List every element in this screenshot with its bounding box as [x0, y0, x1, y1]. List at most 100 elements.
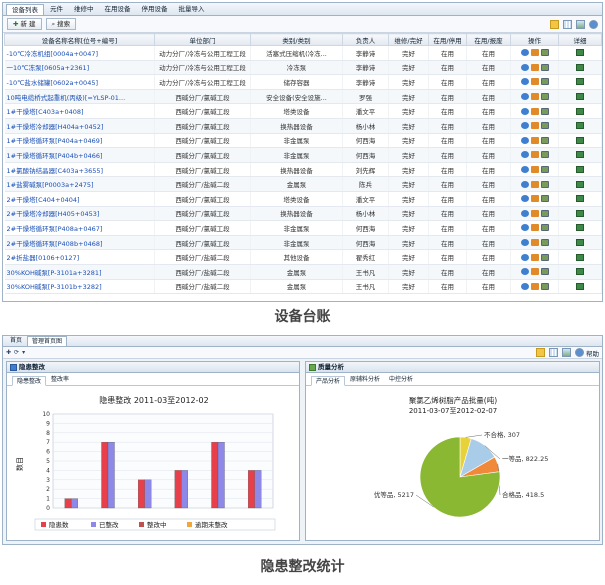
- repair-icon[interactable]: [530, 195, 539, 203]
- cell-name[interactable]: 10吨电缆桥式起重机(丙级)[=YLSP-01...: [4, 89, 155, 105]
- col-header-scrap[interactable]: 在用/报废: [466, 33, 511, 46]
- edit-icon[interactable]: [520, 63, 529, 71]
- repair-icon[interactable]: [530, 78, 539, 86]
- table-row[interactable]: 1#盐雾碱泵[P0003a+2475] 西碱分厂/盐碱二段 金属泵 陈兵 完好 在用 在用: [4, 176, 602, 192]
- repair-icon[interactable]: [530, 253, 539, 261]
- table-row[interactable]: 一10℃冻泵[0605a+2361] 动力分厂/冷冻与公用工程工段 冷冻泵 李静诗 完好…: [4, 60, 602, 76]
- repair-icon[interactable]: [530, 63, 539, 71]
- detail-icon[interactable]: [576, 195, 584, 203]
- col-header-category[interactable]: 类别/类别: [250, 33, 343, 46]
- cell-name[interactable]: 2#干燥塔[C404+0404]: [4, 191, 155, 207]
- repair-icon[interactable]: [530, 282, 539, 290]
- tab-product-analysis[interactable]: 产品分析: [311, 376, 346, 386]
- delete-icon[interactable]: [540, 49, 549, 57]
- table-row[interactable]: 30%KOH碱泵[P-3101b+3282] 西碱分厂/盐碱二段 金属泵 王书凡 完好在…: [4, 279, 602, 295]
- col-header-dept[interactable]: 单位部门: [154, 33, 251, 46]
- detail-icon[interactable]: [576, 63, 584, 71]
- delete-icon[interactable]: [540, 78, 549, 86]
- grid-icon[interactable]: [549, 348, 558, 357]
- delete-icon[interactable]: [540, 63, 549, 71]
- table-row[interactable]: 2#干燥塔循环泵[P408b+0468] 西碱分厂/氯碱工段 非金属泵 何西海 完好 在用…: [4, 235, 602, 251]
- tab-batch-import[interactable]: 批量导入: [174, 4, 210, 15]
- refresh-icon[interactable]: ⟳: [14, 349, 19, 356]
- delete-icon[interactable]: [540, 180, 549, 188]
- help-label[interactable]: 帮助: [586, 348, 599, 358]
- edit-icon[interactable]: [520, 224, 529, 232]
- cell-name[interactable]: 1#干燥塔[C403a+0408]: [4, 103, 155, 119]
- dropdown-icon[interactable]: ▾: [22, 349, 25, 356]
- tab-under-repair[interactable]: 维修中: [69, 4, 99, 15]
- delete-icon[interactable]: [540, 166, 549, 174]
- tab-in-use[interactable]: 在用设备: [100, 4, 136, 15]
- cell-name[interactable]: 2#干燥塔循环泵[P408b+0468]: [4, 235, 155, 251]
- repair-icon[interactable]: [530, 239, 539, 247]
- edit-icon[interactable]: [520, 253, 529, 261]
- cell-name[interactable]: 2#折盐器[0106+0127]: [4, 249, 155, 265]
- detail-icon[interactable]: [576, 282, 584, 290]
- cell-name[interactable]: 1#氯酸钠结晶器[C403a+3655]: [4, 162, 155, 178]
- new-button[interactable]: ✚ 新 建: [7, 18, 42, 30]
- repair-icon[interactable]: [530, 122, 539, 130]
- detail-icon[interactable]: [576, 78, 584, 86]
- cell-name[interactable]: 1#盐雾碱泵[P0003a+2475]: [4, 176, 155, 192]
- repair-icon[interactable]: [530, 209, 539, 217]
- detail-icon[interactable]: [576, 253, 584, 261]
- folder-icon[interactable]: [536, 348, 545, 357]
- delete-icon[interactable]: [540, 136, 549, 144]
- detail-icon[interactable]: [576, 180, 584, 188]
- detail-icon[interactable]: [576, 49, 584, 57]
- edit-icon[interactable]: [520, 122, 529, 130]
- col-header-name[interactable]: 设备名称名称[位号+编号]: [4, 33, 155, 46]
- table-row[interactable]: 1#氯酸钠结晶器[C403a+3655] 西碱分厂/氯碱工段 换热器设备 刘先辉 完好在…: [4, 162, 602, 178]
- edit-icon[interactable]: [520, 282, 529, 290]
- edit-icon[interactable]: [520, 209, 529, 217]
- edit-icon[interactable]: [520, 151, 529, 159]
- folder-icon[interactable]: [550, 19, 559, 29]
- cell-name[interactable]: 2#干燥塔冷却器[H405+0453]: [4, 206, 155, 222]
- repair-icon[interactable]: [530, 136, 539, 144]
- tab-components[interactable]: 元件: [45, 4, 68, 15]
- cell-name[interactable]: 1#干燥塔循环泵[P404a+0469]: [4, 133, 155, 149]
- tab-raw-material-analysis[interactable]: 原辅料分析: [346, 375, 384, 385]
- cell-name[interactable]: 30%KOH碱泵[P-3101a+3281]: [4, 264, 155, 280]
- detail-icon[interactable]: [576, 151, 584, 159]
- delete-icon[interactable]: [540, 268, 549, 276]
- table-row[interactable]: 2#折盐器[0106+0127] 西碱分厂/盐碱二段 其他设备 翟秀红 完好 在用 在用: [4, 249, 602, 265]
- col-header-usage[interactable]: 在用/停用: [428, 33, 467, 46]
- edit-icon[interactable]: [520, 107, 529, 115]
- table-row[interactable]: 2#干燥塔循环泵[P408a+0467] 西碱分厂/氯碱工段 非金属泵 何西海 完好 在用…: [4, 220, 602, 236]
- delete-icon[interactable]: [540, 93, 549, 101]
- col-header-owner[interactable]: 负责人: [342, 33, 389, 46]
- repair-icon[interactable]: [530, 180, 539, 188]
- edit-icon[interactable]: [520, 78, 529, 86]
- edit-icon[interactable]: [520, 195, 529, 203]
- tab-control-analysis[interactable]: 中控分析: [385, 375, 417, 385]
- detail-icon[interactable]: [576, 107, 584, 115]
- edit-icon[interactable]: [520, 268, 529, 276]
- add-icon[interactable]: ✚: [6, 349, 11, 356]
- detail-icon[interactable]: [576, 239, 584, 247]
- detail-icon[interactable]: [576, 166, 584, 174]
- col-header-condition[interactable]: 维修/完好: [388, 33, 429, 46]
- delete-icon[interactable]: [540, 107, 549, 115]
- cell-name[interactable]: 1#干燥塔冷却器[H404a+0452]: [4, 118, 155, 134]
- tab-out-of-use[interactable]: 停用设备: [137, 4, 173, 15]
- repair-icon[interactable]: [530, 224, 539, 232]
- cell-name[interactable]: -10℃盐水储罐[0602a+0045]: [4, 74, 155, 90]
- table-row[interactable]: -10℃盐水储罐[0602a+0045] 动力分厂/冷冻与公用工程工段 储存容器 李静…: [4, 74, 602, 90]
- tab-management-chart[interactable]: 管理首页图: [27, 336, 68, 346]
- cell-name[interactable]: 2#干燥塔循环泵[P408a+0467]: [4, 220, 155, 236]
- detail-icon[interactable]: [576, 136, 584, 144]
- grid-icon[interactable]: [563, 19, 572, 29]
- edit-icon[interactable]: [520, 136, 529, 144]
- delete-icon[interactable]: [540, 239, 549, 247]
- edit-icon[interactable]: [520, 49, 529, 57]
- cell-name[interactable]: -10℃冷冻机组[0004a+0047]: [4, 45, 155, 61]
- repair-icon[interactable]: [530, 93, 539, 101]
- delete-icon[interactable]: [540, 151, 549, 159]
- table-row[interactable]: 1#干燥塔循环泵[P404a+0469] 西碱分厂/氯碱工段 非金属泵 何西海 完好 在用…: [4, 133, 602, 149]
- tab-rectify-rate[interactable]: 整改率: [47, 375, 73, 385]
- detail-icon[interactable]: [576, 209, 584, 217]
- delete-icon[interactable]: [540, 253, 549, 261]
- detail-icon[interactable]: [576, 93, 584, 101]
